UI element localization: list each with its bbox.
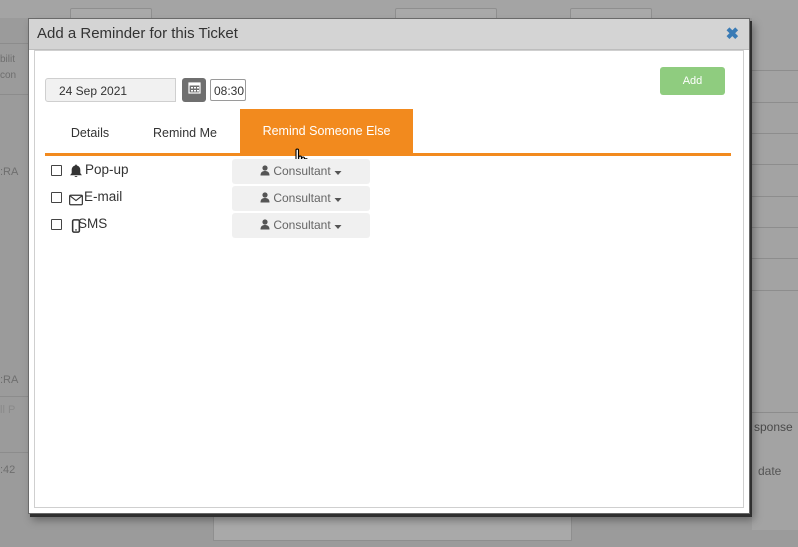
background-row [752, 40, 798, 71]
background-row [752, 166, 798, 197]
list-item: Pop-up Consultant [45, 159, 375, 184]
background-row [752, 260, 798, 291]
tab-remind-someone-else[interactable]: Remind Someone Else [240, 109, 413, 154]
background-text: :42 [0, 464, 16, 476]
background-row [752, 197, 798, 228]
caret-down-icon [334, 198, 342, 202]
sms-checkbox[interactable] [51, 219, 62, 230]
popup-checkbox[interactable] [51, 165, 62, 176]
background-row [752, 228, 798, 259]
background-text: ll P [0, 404, 16, 416]
background-divider [0, 396, 28, 397]
popup-label: Pop-up [85, 162, 129, 177]
background-text: :RA [0, 166, 19, 178]
email-label: E-mail [84, 189, 123, 204]
add-button[interactable]: Add [660, 67, 725, 95]
popup-recipient-label: Consultant [273, 164, 331, 178]
bell-icon [70, 164, 82, 177]
user-icon [260, 165, 270, 176]
tab-details[interactable]: Details [65, 113, 115, 153]
background-text: :RA [0, 374, 19, 386]
caret-down-icon [334, 171, 342, 175]
reminder-tabs: Details Remind Me Remind Someone Else [45, 109, 743, 156]
envelope-icon [69, 194, 83, 206]
email-recipient-label: Consultant [273, 191, 331, 205]
background-row [752, 103, 798, 134]
calendar-icon[interactable] [182, 78, 206, 102]
background-text: date [758, 464, 782, 478]
sms-recipient-label: Consultant [273, 218, 331, 232]
reminder-dialog: Add a Reminder for this Ticket ✖ 24 Sep … [28, 18, 750, 514]
sms-recipient-dropdown[interactable]: Consultant [232, 213, 370, 238]
date-input[interactable]: 24 Sep 2021 [45, 78, 176, 102]
caret-down-icon [334, 225, 342, 229]
email-recipient-dropdown[interactable]: Consultant [232, 186, 370, 211]
background-divider [0, 452, 28, 453]
dialog-body: 24 Sep 2021 08:30 Add Details Remind Me … [34, 50, 744, 508]
background-divider [0, 43, 28, 44]
user-icon [260, 192, 270, 203]
background-text: bilit [0, 54, 16, 65]
email-checkbox[interactable] [51, 192, 62, 203]
list-item: E-mail Consultant [45, 186, 375, 211]
close-icon[interactable]: ✖ [726, 24, 739, 44]
background-divider [752, 412, 798, 413]
sms-label: SMS [78, 216, 108, 231]
background-row [752, 134, 798, 165]
dialog-header: Add a Reminder for this Ticket ✖ [29, 19, 749, 50]
background-text: con [0, 70, 17, 81]
user-icon [260, 219, 270, 230]
background-row [752, 72, 798, 103]
background-divider [0, 94, 28, 95]
dialog-title: Add a Reminder for this Ticket [37, 25, 238, 42]
tab-remind-me[interactable]: Remind Me [145, 113, 225, 153]
time-input[interactable]: 08:30 [210, 79, 246, 101]
list-item: SMS Consultant [45, 213, 375, 238]
background-text: sponse [754, 420, 793, 434]
popup-recipient-dropdown[interactable]: Consultant [232, 159, 370, 184]
tab-underline [45, 153, 731, 156]
